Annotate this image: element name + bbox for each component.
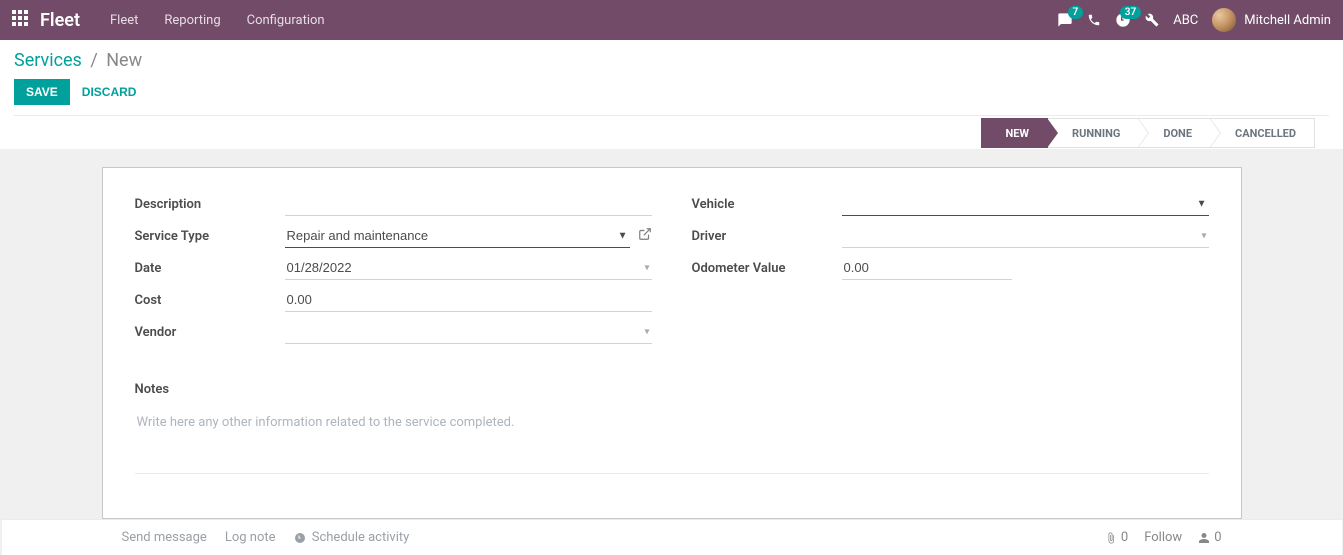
save-button[interactable]: SAVE (14, 79, 70, 105)
user-name: Mitchell Admin (1244, 13, 1331, 28)
breadcrumb-current: New (106, 50, 142, 71)
label-driver: Driver (692, 229, 842, 244)
chevron-down-icon[interactable]: ▾ (644, 263, 649, 274)
chevron-down-icon[interactable]: ▼ (1197, 199, 1207, 210)
apps-icon[interactable] (12, 10, 28, 30)
label-description: Description (135, 197, 285, 212)
nav-menu-fleet[interactable]: Fleet (110, 13, 138, 28)
chevron-down-icon[interactable]: ▼ (618, 231, 628, 242)
label-date: Date (135, 261, 285, 276)
send-message-button[interactable]: Send message (122, 530, 207, 545)
chat-icon[interactable]: 7 (1057, 12, 1073, 28)
label-odometer: Odometer Value (692, 261, 842, 276)
label-cost: Cost (135, 293, 285, 308)
status-done[interactable]: DONE (1139, 118, 1211, 148)
label-service-type: Service Type (135, 229, 285, 244)
date-field[interactable] (285, 256, 652, 280)
activity-icon[interactable]: 37 (1115, 12, 1131, 28)
cost-field[interactable] (285, 288, 652, 312)
status-cancelled[interactable]: CANCELLED (1211, 118, 1315, 148)
log-note-button[interactable]: Log note (225, 530, 276, 545)
chat-badge: 7 (1068, 6, 1084, 19)
vendor-field[interactable] (285, 320, 652, 344)
chevron-down-icon[interactable]: ▾ (1201, 231, 1206, 242)
nav-menu-reporting[interactable]: Reporting (164, 13, 220, 28)
followers-count[interactable]: 0 (1198, 530, 1221, 545)
status-bar: NEW RUNNING DONE CANCELLED (14, 115, 1329, 149)
label-vendor: Vendor (135, 325, 285, 340)
discard-button[interactable]: DISCARD (82, 85, 137, 99)
phone-icon[interactable] (1087, 13, 1101, 27)
vehicle-field[interactable] (842, 192, 1209, 216)
chevron-down-icon[interactable]: ▾ (644, 327, 649, 338)
form-sheet: Description Service Type ▼ (102, 167, 1242, 519)
description-field[interactable] (285, 192, 652, 216)
app-brand[interactable]: Fleet (40, 10, 80, 31)
label-notes: Notes (135, 382, 1209, 397)
activity-badge: 37 (1120, 6, 1141, 19)
external-link-icon[interactable] (638, 227, 652, 245)
service-type-field[interactable] (285, 224, 630, 248)
status-running[interactable]: RUNNING (1048, 118, 1139, 148)
debug-icon[interactable] (1145, 13, 1159, 27)
driver-field[interactable] (842, 224, 1209, 248)
status-new[interactable]: NEW (981, 118, 1048, 148)
avatar (1212, 8, 1236, 32)
notes-field[interactable] (135, 409, 1209, 474)
attachments-count[interactable]: 0 (1105, 530, 1128, 545)
breadcrumb: Services / New (14, 50, 1329, 71)
nav-menu-configuration[interactable]: Configuration (247, 13, 325, 28)
breadcrumb-root[interactable]: Services (14, 50, 82, 71)
follow-button[interactable]: Follow (1144, 530, 1182, 545)
user-menu[interactable]: Mitchell Admin (1212, 8, 1331, 32)
chatter: Send message Log note Schedule activity … (2, 519, 1342, 555)
label-vehicle: Vehicle (692, 197, 842, 212)
odometer-field[interactable] (842, 256, 1012, 280)
schedule-activity-button[interactable]: Schedule activity (294, 530, 410, 545)
company-switcher[interactable]: ABC (1173, 13, 1198, 28)
